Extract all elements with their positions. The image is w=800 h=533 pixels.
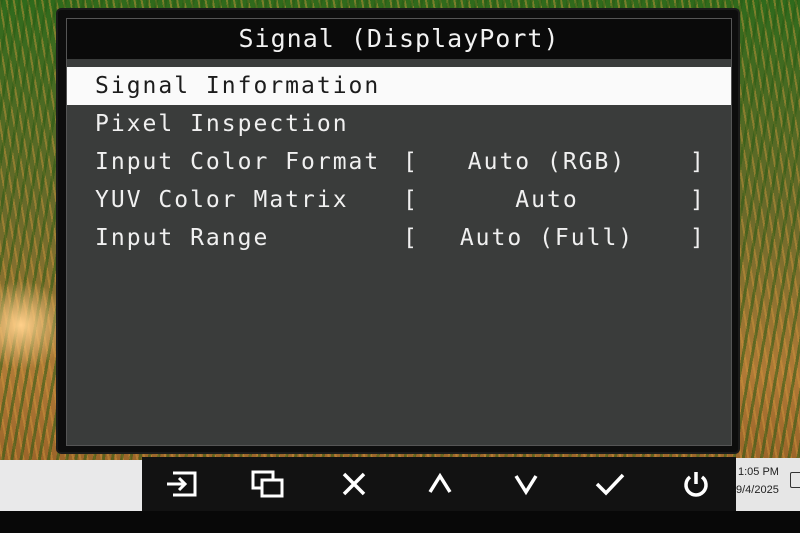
monitor-osd-panel: Signal (DisplayPort) Signal Information … bbox=[58, 10, 738, 452]
menu-item-label: YUV Color Matrix bbox=[95, 187, 349, 213]
bracket-left: [ bbox=[403, 149, 419, 175]
bracket-right: ] bbox=[690, 225, 706, 251]
close-button[interactable] bbox=[332, 463, 376, 505]
input-source-icon bbox=[167, 471, 197, 497]
menu-item-signal-information[interactable]: Signal Information bbox=[67, 67, 731, 105]
bracket-right: ] bbox=[690, 149, 706, 175]
menu-item-input-color-format[interactable]: Input Color Format [ Auto (RGB) ] bbox=[67, 143, 731, 181]
checkmark-icon bbox=[595, 473, 625, 496]
taskbar-left-segment bbox=[0, 460, 142, 511]
down-button[interactable] bbox=[504, 463, 548, 505]
taskbar-clock-area[interactable]: 1:05 PM 9/4/2025 bbox=[736, 458, 800, 514]
close-icon bbox=[342, 472, 366, 496]
menu-item-pixel-inspection[interactable]: Pixel Inspection bbox=[67, 105, 731, 143]
menu-item-label: Pixel Inspection bbox=[95, 111, 349, 137]
clock-time: 1:05 PM bbox=[738, 466, 779, 478]
menu-item-label: Signal Information bbox=[95, 73, 381, 99]
multi-window-button[interactable] bbox=[246, 463, 290, 505]
input-source-button[interactable] bbox=[160, 463, 204, 505]
menu-item-value: Auto bbox=[515, 187, 579, 213]
bracket-left: [ bbox=[403, 225, 419, 251]
arrow-down-icon bbox=[514, 475, 538, 496]
osd-title: Signal (DisplayPort) bbox=[67, 19, 731, 59]
clock-date: 9/4/2025 bbox=[736, 484, 779, 496]
osd-menu: Signal (DisplayPort) Signal Information … bbox=[66, 18, 732, 446]
power-button[interactable] bbox=[674, 463, 718, 505]
menu-item-yuv-color-matrix[interactable]: YUV Color Matrix [ Auto ] bbox=[67, 181, 731, 219]
power-icon bbox=[684, 472, 708, 497]
menu-item-input-range[interactable]: Input Range [ Auto (Full) ] bbox=[67, 219, 731, 257]
monitor-button-bar bbox=[142, 457, 736, 511]
multi-window-icon bbox=[251, 470, 284, 498]
confirm-button[interactable] bbox=[588, 463, 632, 505]
notification-icon[interactable] bbox=[790, 472, 800, 488]
menu-item-value: Auto (RGB) bbox=[467, 149, 627, 175]
bracket-left: [ bbox=[403, 187, 419, 213]
arrow-up-icon bbox=[428, 472, 452, 493]
menu-item-value: Auto (Full) bbox=[459, 225, 635, 251]
menu-item-label: Input Color Format bbox=[95, 149, 381, 175]
menu-item-label: Input Range bbox=[95, 225, 270, 251]
bracket-right: ] bbox=[690, 187, 706, 213]
monitor-bezel bbox=[0, 511, 800, 533]
up-button[interactable] bbox=[418, 463, 462, 505]
